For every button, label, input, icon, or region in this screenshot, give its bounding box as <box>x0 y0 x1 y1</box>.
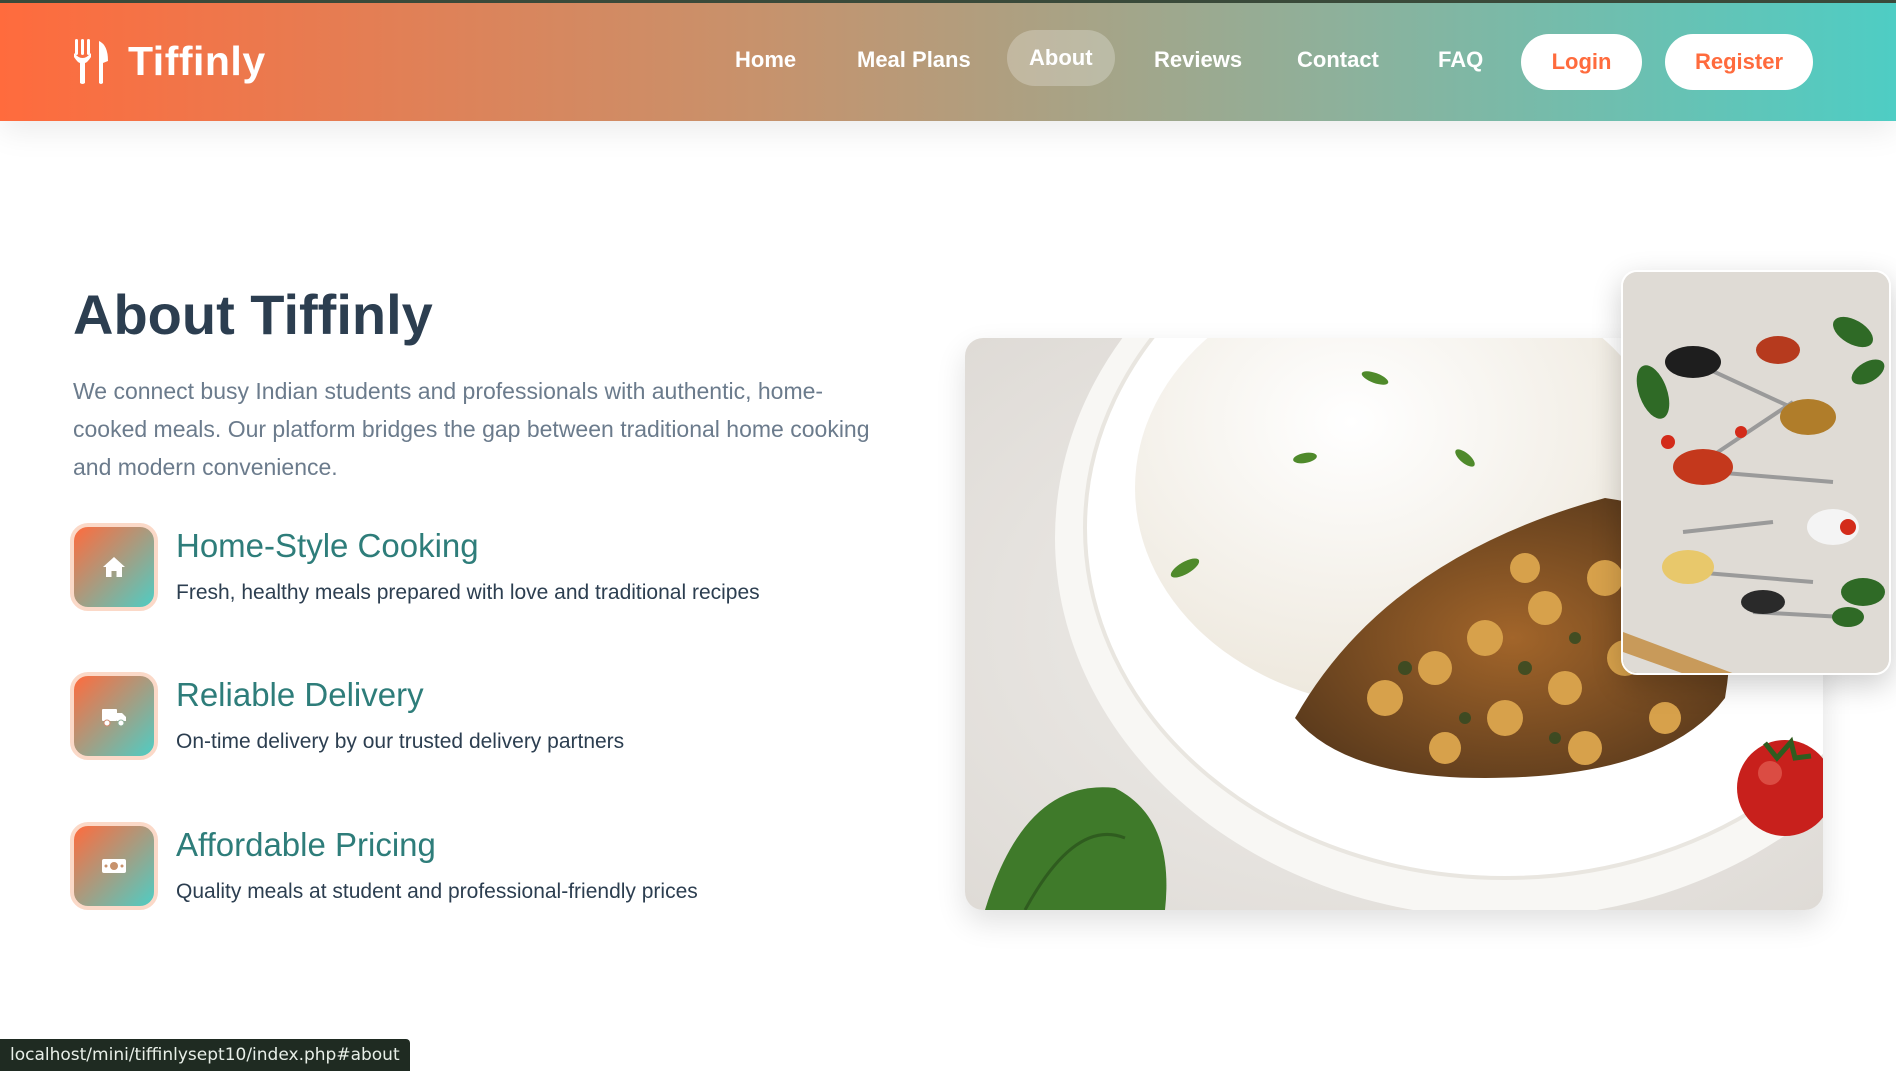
utensils-icon <box>74 38 108 84</box>
login-button[interactable]: Login <box>1521 34 1642 90</box>
nav-about[interactable]: About <box>1007 30 1115 86</box>
register-button[interactable]: Register <box>1665 34 1813 90</box>
feature-text: On-time delivery by our trusted delivery… <box>176 730 625 753</box>
feature-reliable-delivery: Reliable Delivery On-time delivery by ou… <box>70 672 870 764</box>
feature-affordable-pricing: Affordable Pricing Quality meals at stud… <box>70 822 870 914</box>
money-icon <box>102 859 126 873</box>
about-description: We connect busy Indian students and prof… <box>73 378 870 480</box>
feature-title: Affordable Pricing <box>176 826 436 863</box>
brand-logo[interactable]: Tiffinly <box>72 38 266 85</box>
nav-contact[interactable]: Contact <box>1275 32 1401 88</box>
feature-text: Quality meals at student and professiona… <box>176 880 698 903</box>
feature-icon-box <box>70 822 158 910</box>
feature-icon-box <box>70 523 158 611</box>
feature-home-style-cooking: Home-Style Cooking Fresh, healthy meals … <box>70 523 870 615</box>
feature-text: Fresh, healthy meals prepared with love … <box>176 581 760 604</box>
window-top-border <box>0 0 1896 3</box>
browser-status-url: localhost/mini/tiffinlysept10/index.php#… <box>0 1039 410 1071</box>
feature-title: Reliable Delivery <box>176 676 424 713</box>
nav-home[interactable]: Home <box>713 32 818 88</box>
nav-meal-plans[interactable]: Meal Plans <box>835 32 993 88</box>
spices-image <box>1621 270 1891 675</box>
nav-reviews[interactable]: Reviews <box>1132 32 1264 88</box>
spices-illustration <box>1623 272 1889 673</box>
feature-icon-box <box>70 672 158 760</box>
nav-faq[interactable]: FAQ <box>1416 32 1505 88</box>
navbar: Tiffinly Home Meal Plans About Reviews C… <box>0 0 1896 121</box>
about-title: About Tiffinly <box>73 283 433 346</box>
brand-name: Tiffinly <box>128 38 266 84</box>
feature-title: Home-Style Cooking <box>176 527 479 564</box>
home-icon <box>103 557 125 577</box>
truck-icon <box>102 709 126 727</box>
